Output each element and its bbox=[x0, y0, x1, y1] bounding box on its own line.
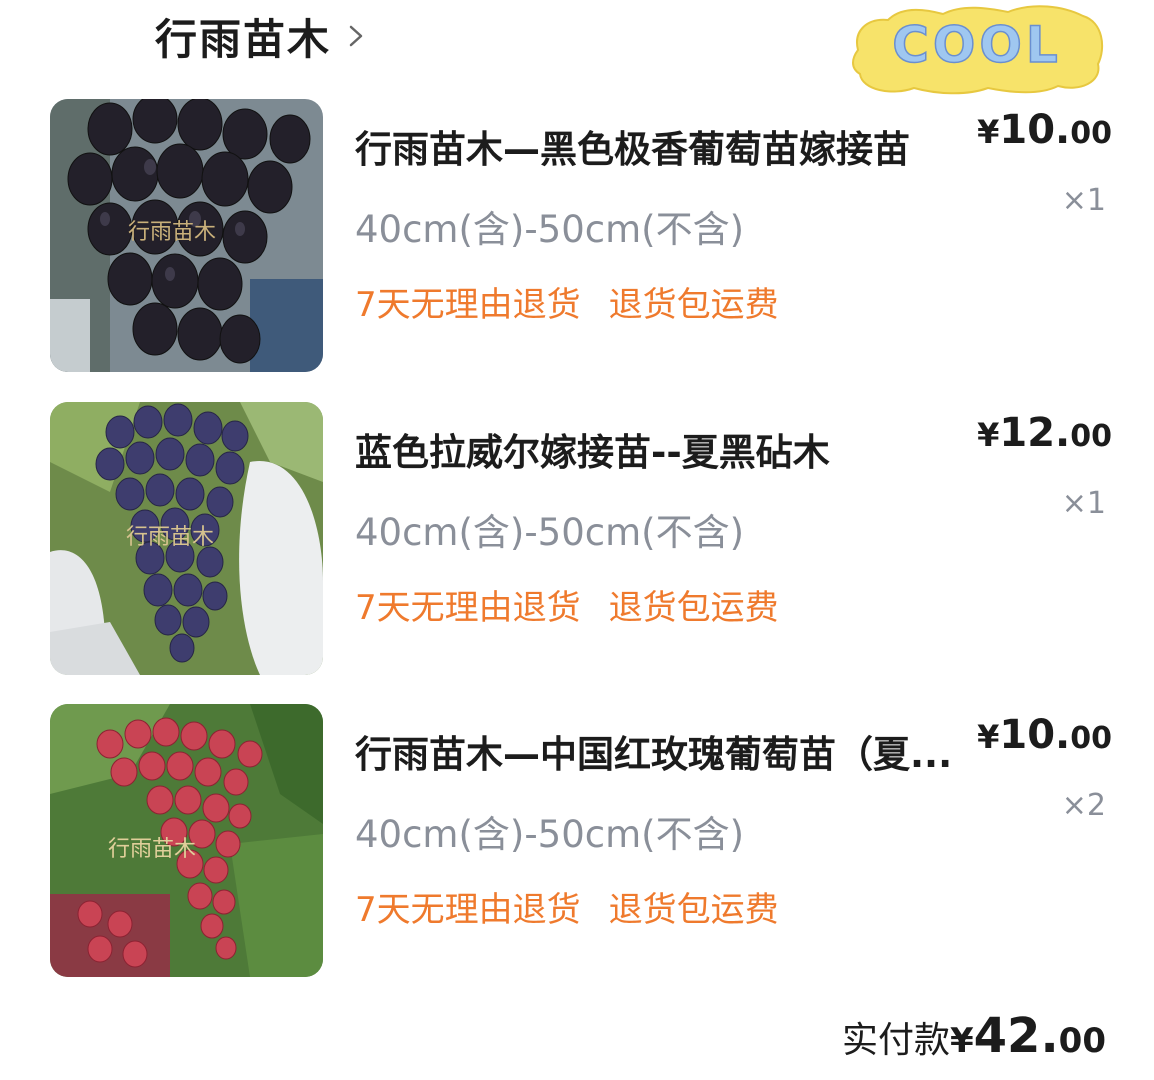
red-grapes-photo: 行雨苗木 bbox=[50, 704, 323, 977]
product-spec: 40cm(含)-50cm(不含) bbox=[355, 208, 745, 251]
return-policy-tag: 7天无理由退货 bbox=[355, 890, 581, 930]
product-image[interactable]: 行雨苗木 bbox=[50, 99, 323, 372]
service-tags: 7天无理由退货 退货包运费 bbox=[355, 882, 779, 931]
service-tags: 7天无理由退货 退货包运费 bbox=[355, 580, 779, 629]
service-tags: 7天无理由退货 退货包运费 bbox=[355, 277, 779, 326]
product-price: ¥10.00 bbox=[977, 107, 1112, 153]
product-title[interactable]: 蓝色拉威尔嫁接苗--夏黑砧木 bbox=[355, 422, 985, 476]
shop-header[interactable]: 行雨苗木 bbox=[155, 6, 367, 66]
product-price: ¥12.00 bbox=[977, 410, 1112, 456]
shop-name[interactable]: 行雨苗木 bbox=[155, 6, 331, 67]
product-image[interactable]: 行雨苗木 bbox=[50, 402, 323, 675]
cool-sticker: COOL bbox=[852, 5, 1104, 95]
product-title[interactable]: 行雨苗木—黑色极香葡萄苗嫁接苗 bbox=[355, 119, 985, 173]
black-grapes-photo: 行雨苗木 bbox=[50, 99, 323, 372]
image-watermark: 行雨苗木 bbox=[108, 837, 196, 862]
chevron-right-icon bbox=[349, 25, 363, 47]
free-return-shipping-tag: 退货包运费 bbox=[608, 890, 779, 930]
product-price: ¥10.00 bbox=[977, 712, 1112, 758]
order-total: 实付款 ¥ 42. 00 bbox=[842, 1008, 1106, 1064]
image-watermark: 行雨苗木 bbox=[128, 220, 216, 245]
return-policy-tag: 7天无理由退货 bbox=[355, 588, 581, 628]
order-item[interactable]: 行雨苗木 行雨苗木—黑色极香葡萄苗嫁接苗 40cm(含)-50cm(不含) 7天… bbox=[50, 99, 1120, 374]
return-policy-tag: 7天无理由退货 bbox=[355, 285, 581, 325]
free-return-shipping-tag: 退货包运费 bbox=[608, 285, 779, 325]
total-currency: ¥ bbox=[949, 1021, 974, 1061]
product-spec: 40cm(含)-50cm(不含) bbox=[355, 511, 745, 554]
total-amount-decimal: 00 bbox=[1058, 1021, 1106, 1061]
product-title[interactable]: 行雨苗木—中国红玫瑰葡萄苗（夏... bbox=[355, 724, 985, 778]
image-watermark: 行雨苗木 bbox=[126, 525, 214, 550]
cool-text: COOL bbox=[892, 16, 1062, 74]
order-item[interactable]: 行雨苗木 蓝色拉威尔嫁接苗--夏黑砧木 40cm(含)-50cm(不含) 7天无… bbox=[50, 402, 1120, 677]
product-quantity: ×2 bbox=[1061, 788, 1106, 823]
product-spec: 40cm(含)-50cm(不含) bbox=[355, 813, 745, 856]
blue-grapes-photo: 行雨苗木 bbox=[50, 402, 323, 675]
product-quantity: ×1 bbox=[1061, 183, 1106, 218]
order-item[interactable]: 行雨苗木 行雨苗木—中国红玫瑰葡萄苗（夏... 40cm(含)-50cm(不含)… bbox=[50, 704, 1120, 979]
free-return-shipping-tag: 退货包运费 bbox=[608, 588, 779, 628]
product-image[interactable]: 行雨苗木 bbox=[50, 704, 323, 977]
total-amount-integer: 42. bbox=[973, 1008, 1059, 1064]
product-quantity: ×1 bbox=[1061, 486, 1106, 521]
total-label: 实付款 bbox=[841, 1020, 950, 1061]
